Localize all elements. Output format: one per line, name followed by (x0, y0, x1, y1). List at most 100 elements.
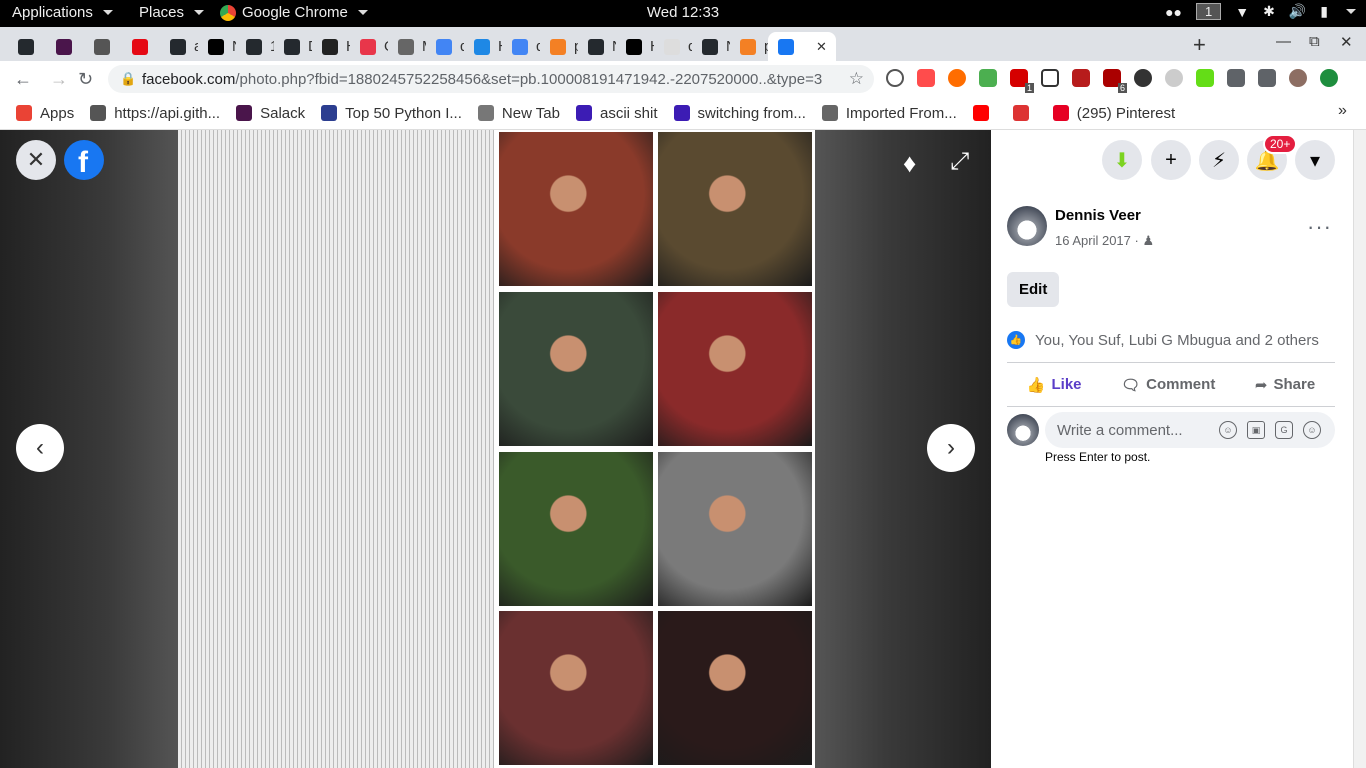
comment-input[interactable]: Write a comment... ☺ ▣ G ☺ (1045, 412, 1335, 448)
chevron-down-icon[interactable] (1346, 9, 1356, 14)
comment-button[interactable]: 🗨 Comment (1121, 376, 1215, 394)
people-icon[interactable]: ●● (1165, 4, 1182, 20)
media-icon[interactable] (1258, 69, 1276, 87)
browser-tab[interactable]: DK (274, 32, 312, 61)
system-tray[interactable]: ●● 1 ▼ ✱ 🔊 ▮ (1165, 3, 1356, 20)
post-author[interactable]: Dennis Veer (1055, 207, 1141, 224)
extension-icon[interactable] (917, 69, 935, 87)
close-tab-icon[interactable]: ✕ (816, 39, 827, 55)
bookmark-item[interactable]: Imported From... (821, 105, 957, 122)
edit-button[interactable]: Edit (1007, 272, 1060, 307)
browser-tab[interactable] (46, 32, 84, 61)
bookmark-star-icon[interactable]: ☆ (849, 69, 864, 89)
extension-icon[interactable] (1134, 69, 1152, 87)
commenter-avatar[interactable] (1007, 414, 1039, 446)
browser-tab[interactable]: Hp (312, 32, 350, 61)
close-viewer-button[interactable]: ✕ (16, 140, 56, 180)
places-menu[interactable]: Places (139, 4, 205, 21)
battery-icon[interactable]: ▮ (1320, 3, 1328, 20)
back-button[interactable]: ← (14, 69, 32, 90)
friends-audience-icon[interactable]: ♟ (1142, 233, 1154, 248)
bookmark-item[interactable] (972, 105, 997, 121)
extension-icon[interactable] (1041, 69, 1059, 87)
bookmark-item[interactable] (1012, 105, 1037, 121)
bookmark-item[interactable]: Top 50 Python I... (321, 105, 462, 122)
facebook-logo-icon[interactable]: f (64, 140, 104, 180)
sticker-icon[interactable]: ☺ (1303, 421, 1321, 439)
browser-tab[interactable]: pyt (730, 32, 768, 61)
close-window-button[interactable]: ✕ (1340, 33, 1353, 51)
restore-button[interactable]: ⧉ (1309, 33, 1320, 50)
new-tab-button[interactable]: + (1193, 32, 1206, 58)
camera-icon[interactable]: ▣ (1247, 421, 1265, 439)
download-icon[interactable]: ⬇ (1102, 140, 1142, 180)
bookmark-item[interactable]: (295) Pinterest (1052, 105, 1175, 122)
bluetooth-icon[interactable]: ✱ (1263, 3, 1275, 20)
wifi-icon[interactable]: ▼ (1235, 4, 1249, 20)
volume-icon[interactable]: 🔊 (1289, 3, 1306, 20)
tag-icon[interactable]: ♦ (903, 148, 916, 179)
browser-tab[interactable]: No (578, 32, 616, 61)
reactions-text: You, You Suf, Lubi G Mbugua and 2 others (1035, 331, 1319, 349)
workspace-indicator[interactable]: 1 (1196, 3, 1222, 20)
account-menu-button[interactable]: ▾ (1295, 140, 1335, 180)
like-button[interactable]: 👍 Like (1027, 376, 1082, 394)
minimize-button[interactable]: — (1276, 33, 1291, 50)
bookmark-item[interactable]: ascii shit (575, 105, 658, 122)
previous-photo-button[interactable]: ‹ (16, 424, 64, 472)
more-options-button[interactable]: ··· (1307, 214, 1332, 240)
browser-tab[interactable] (122, 32, 160, 61)
puzzle-icon[interactable] (1227, 69, 1245, 87)
browser-tab[interactable]: 10. (236, 32, 274, 61)
browser-tab[interactable] (8, 32, 46, 61)
browser-tab[interactable]: dja (426, 32, 464, 61)
browser-tab[interactable]: On (350, 32, 388, 61)
browser-tab[interactable]: No (692, 32, 730, 61)
extension-icon[interactable]: 1 (1010, 69, 1034, 93)
author-avatar[interactable] (1007, 206, 1047, 246)
browser-tab[interactable]: No (198, 32, 236, 61)
reactions-summary[interactable]: 👍 You, You Suf, Lubi G Mbugua and 2 othe… (1007, 331, 1319, 349)
browser-tab[interactable]: Ho (464, 32, 502, 61)
post-date[interactable]: 16 April 2017 · ♟ (1055, 233, 1154, 249)
forward-button[interactable]: → (50, 69, 68, 90)
applications-menu[interactable]: Applications (12, 4, 113, 21)
create-button[interactable]: + (1151, 140, 1191, 180)
collage-photo (499, 132, 653, 286)
bookmark-item[interactable]: switching from... (673, 105, 806, 122)
download-extension-icon[interactable] (1196, 69, 1214, 87)
messenger-icon[interactable]: ⚡ (1199, 140, 1239, 180)
extension-icon[interactable] (1072, 69, 1090, 87)
bookmark-item[interactable]: New Tab (477, 105, 560, 122)
bookmarks-overflow-chevron-icon[interactable]: » (1338, 102, 1347, 120)
browser-tab[interactable]: ✕ (768, 32, 836, 61)
gif-icon[interactable]: G (1275, 421, 1293, 439)
browser-tab[interactable]: dja (502, 32, 540, 61)
share-button[interactable]: ➦ Share (1255, 376, 1315, 394)
fullscreen-icon[interactable]: ⤢ (950, 148, 969, 176)
browser-tab[interactable]: pyt (540, 32, 578, 61)
bookmark-item[interactable]: https://api.gith... (90, 105, 220, 122)
extension-icon[interactable] (1165, 69, 1183, 87)
extension-icon[interactable] (886, 69, 904, 87)
extension-icon[interactable]: 6 (1103, 69, 1127, 93)
profile-avatar[interactable] (1289, 69, 1307, 87)
bookmark-item[interactable]: Salack (236, 105, 305, 122)
browser-tab[interactable]: dja (654, 32, 692, 61)
extension-icon[interactable] (948, 69, 966, 87)
browser-tab[interactable]: adı (160, 32, 198, 61)
address-bar[interactable]: 🔒 facebook.com/photo.php?fbid=1880245752… (108, 65, 874, 93)
download-extension-icon[interactable] (979, 69, 997, 87)
browser-tab[interactable]: Ho (616, 32, 654, 61)
browser-tab[interactable] (84, 32, 122, 61)
reload-button[interactable]: ↻ (78, 69, 93, 90)
browser-tab[interactable]: Mo (388, 32, 426, 61)
panel-scrollbar[interactable] (1353, 130, 1366, 768)
photo-collage[interactable] (178, 130, 815, 768)
bookmark-item[interactable]: Apps (16, 105, 74, 122)
clock[interactable]: Wed 12:33 (0, 4, 1366, 21)
update-icon[interactable] (1320, 69, 1338, 87)
next-photo-button[interactable]: › (927, 424, 975, 472)
app-menu[interactable]: Google Chrome (220, 4, 368, 21)
emoji-icon[interactable]: ☺ (1219, 421, 1237, 439)
